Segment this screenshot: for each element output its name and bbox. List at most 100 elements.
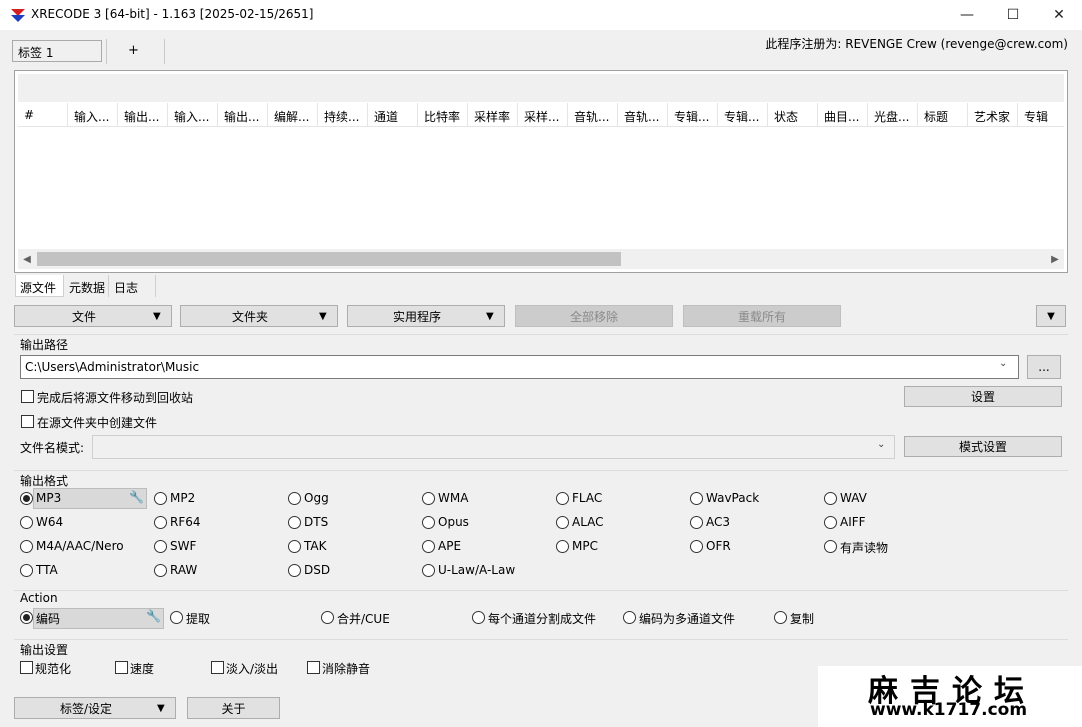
format-label[interactable]: TAK [304,539,326,553]
format-label[interactable]: WavPack [706,491,759,505]
format-label[interactable]: Ogg [304,491,329,505]
format-label[interactable]: 有声读物 [840,539,888,556]
settings-button[interactable]: 设置 [904,386,1062,407]
add-tab-button[interactable]: + [128,43,139,58]
output-setting-label[interactable]: 速度 [130,660,154,677]
create-in-source-checkbox[interactable] [21,415,34,428]
filename-pattern-select[interactable] [92,435,895,459]
column-header[interactable]: 输出... [218,103,268,126]
column-header[interactable]: 编解... [268,103,318,126]
tab-source-files[interactable]: 源文件 [15,275,64,297]
format-label[interactable]: AC3 [706,515,730,529]
action-label[interactable]: 编码为多通道文件 [639,610,735,627]
format-radio[interactable] [154,516,167,529]
format-radio[interactable] [20,564,33,577]
column-header[interactable]: 采样率 [468,103,518,126]
tab-1[interactable]: 标签 1 [12,40,102,62]
format-radio[interactable] [690,540,703,553]
format-radio[interactable] [154,540,167,553]
chevron-down-icon[interactable]: ⌄ [999,358,1007,369]
column-header[interactable]: 采样... [518,103,568,126]
format-radio[interactable] [556,516,569,529]
chevron-down-icon[interactable]: ⌄ [877,439,885,450]
close-button[interactable]: ✕ [1036,0,1082,30]
format-label[interactable]: MPC [572,539,598,553]
column-header[interactable]: 曲目... [818,103,868,126]
format-radio[interactable] [556,492,569,505]
column-header[interactable]: 输入... [168,103,218,126]
format-label[interactable]: DTS [304,515,328,529]
utilities-button[interactable]: 实用程序 ▼ [347,305,505,327]
wrench-icon[interactable]: 🔧 [146,609,161,623]
format-label[interactable]: MP2 [170,491,195,505]
column-header[interactable]: 标题 [918,103,968,126]
action-label[interactable]: 复制 [790,610,814,627]
minimize-button[interactable]: — [944,0,990,30]
format-label[interactable]: M4A/AAC/Nero [36,539,124,553]
format-label[interactable]: WAV [840,491,867,505]
format-label[interactable]: APE [438,539,461,553]
column-header[interactable]: 输入... [68,103,118,126]
format-label[interactable]: ALAC [572,515,604,529]
scroll-left-icon[interactable]: ◀ [18,249,36,269]
column-header[interactable]: # [18,103,68,126]
format-label[interactable]: RF64 [170,515,201,529]
tab-metadata[interactable]: 元数据 [65,275,109,297]
action-label[interactable]: 合并/CUE [337,610,390,627]
column-header[interactable]: 比特率 [418,103,468,126]
format-label[interactable]: OFR [706,539,731,553]
output-setting-label[interactable]: 消除静音 [322,660,370,677]
output-path-input[interactable]: C:\Users\Administrator\Music [20,355,1019,379]
output-setting-checkbox[interactable] [307,661,320,674]
column-header[interactable]: 通道 [368,103,418,126]
column-header[interactable]: 状态 [768,103,818,126]
horizontal-scrollbar[interactable]: ◀ ▶ [18,249,1064,269]
column-header[interactable]: 输出... [118,103,168,126]
format-label[interactable]: TTA [36,563,58,577]
about-button[interactable]: 关于 [187,697,280,719]
format-label[interactable]: RAW [170,563,197,577]
format-radio[interactable] [422,540,435,553]
format-radio[interactable] [422,516,435,529]
column-header[interactable]: 专辑... [718,103,768,126]
column-header[interactable]: 专辑 [1018,103,1064,126]
format-radio[interactable] [288,564,301,577]
format-radio[interactable] [824,492,837,505]
format-radio[interactable] [288,516,301,529]
format-radio[interactable] [422,492,435,505]
scroll-right-icon[interactable]: ▶ [1046,249,1064,269]
format-label[interactable]: AIFF [840,515,866,529]
column-header[interactable]: 光盘... [868,103,918,126]
action-radio[interactable] [20,611,33,624]
files-button[interactable]: 文件 ▼ [14,305,172,327]
column-header[interactable]: 持续... [318,103,368,126]
format-label[interactable]: Opus [438,515,469,529]
format-label[interactable]: W64 [36,515,63,529]
format-radio[interactable] [824,516,837,529]
format-radio[interactable] [20,516,33,529]
scrollbar-thumb[interactable] [37,252,621,266]
column-header[interactable]: 专辑... [668,103,718,126]
output-setting-label[interactable]: 淡入/淡出 [226,660,278,677]
format-label[interactable]: U-Law/A-Law [438,563,515,577]
output-setting-label[interactable]: 规范化 [35,660,71,677]
format-label[interactable]: MP3 [36,491,61,505]
action-label[interactable]: 编码 [36,610,60,627]
action-label[interactable]: 每个通道分割成文件 [488,610,596,627]
format-label[interactable]: DSD [304,563,330,577]
reload-all-button[interactable]: 重载所有 [683,305,841,327]
format-radio[interactable] [154,564,167,577]
format-label[interactable]: SWF [170,539,196,553]
format-radio[interactable] [20,540,33,553]
column-header[interactable]: 艺术家 [968,103,1018,126]
column-header[interactable]: 音轨... [568,103,618,126]
format-radio[interactable] [288,492,301,505]
tags-settings-button[interactable]: 标签/设定 ▼ [14,697,176,719]
file-list[interactable]: # 输入... 输出... 输入... 输出... 编解... 持续... 通道 比特率 采样率采… [14,70,1068,273]
more-dropdown-button[interactable]: ▼ [1036,305,1066,327]
action-radio[interactable] [321,611,334,624]
format-label[interactable]: FLAC [572,491,602,505]
format-radio[interactable] [690,492,703,505]
format-radio[interactable] [422,564,435,577]
format-radio[interactable] [556,540,569,553]
